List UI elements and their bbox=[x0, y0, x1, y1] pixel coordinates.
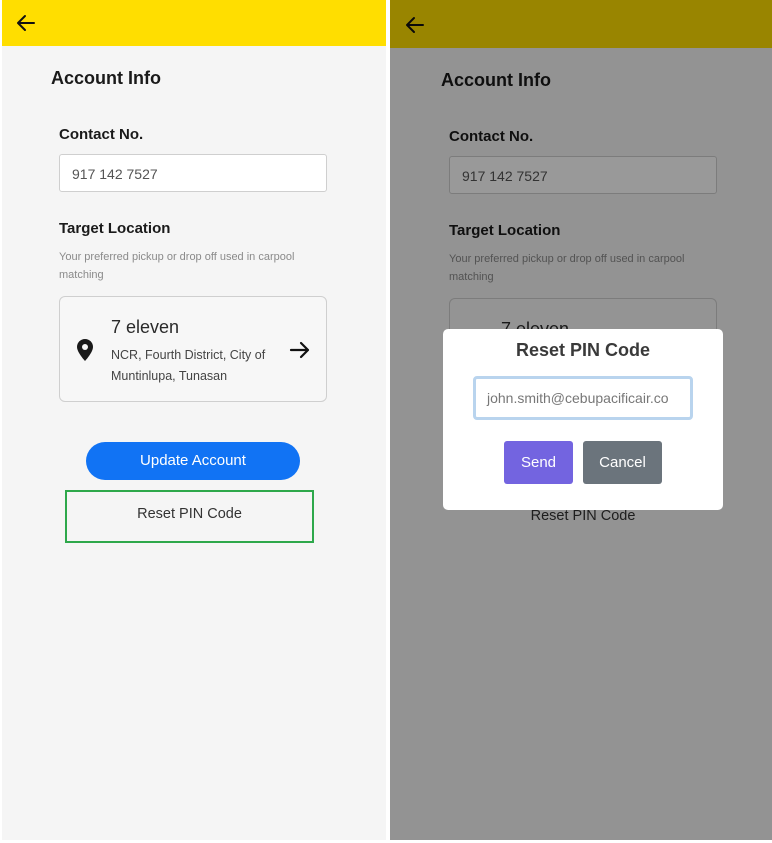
contact-label: Contact No. bbox=[59, 126, 144, 143]
target-location-helper: Your preferred pickup or drop off used i… bbox=[59, 251, 295, 281]
account-info-screen: Account Info Contact No. 917 142 7527 Ta… bbox=[2, 0, 386, 840]
send-button[interactable]: Send bbox=[504, 441, 573, 484]
email-field[interactable]: john.smith@cebupacificair.co bbox=[473, 376, 693, 420]
account-info-screen-with-modal: Account Info Contact No. 917 142 7527 Ta… bbox=[390, 0, 772, 840]
page-title: Account Info bbox=[51, 68, 161, 88]
arrow-right-icon bbox=[289, 341, 310, 359]
contact-number-field[interactable]: 917 142 7527 bbox=[59, 154, 327, 192]
reset-pin-link[interactable]: Reset PIN Code bbox=[65, 506, 314, 522]
map-pin-icon bbox=[77, 339, 93, 361]
top-bar bbox=[2, 0, 386, 46]
update-account-button[interactable]: Update Account bbox=[86, 442, 300, 480]
target-location-card[interactable]: 7 eleven NCR, Fourth District, City of M… bbox=[59, 296, 327, 402]
reset-pin-modal: Reset PIN Code john.smith@cebupacificair… bbox=[443, 329, 723, 510]
location-name: 7 eleven bbox=[111, 317, 180, 337]
cancel-button[interactable]: Cancel bbox=[583, 441, 662, 484]
target-location-label: Target Location bbox=[59, 220, 171, 237]
location-address: NCR, Fourth District, City of Muntinlupa… bbox=[111, 348, 266, 383]
modal-title: Reset PIN Code bbox=[515, 340, 651, 360]
back-arrow-icon[interactable] bbox=[16, 14, 36, 32]
